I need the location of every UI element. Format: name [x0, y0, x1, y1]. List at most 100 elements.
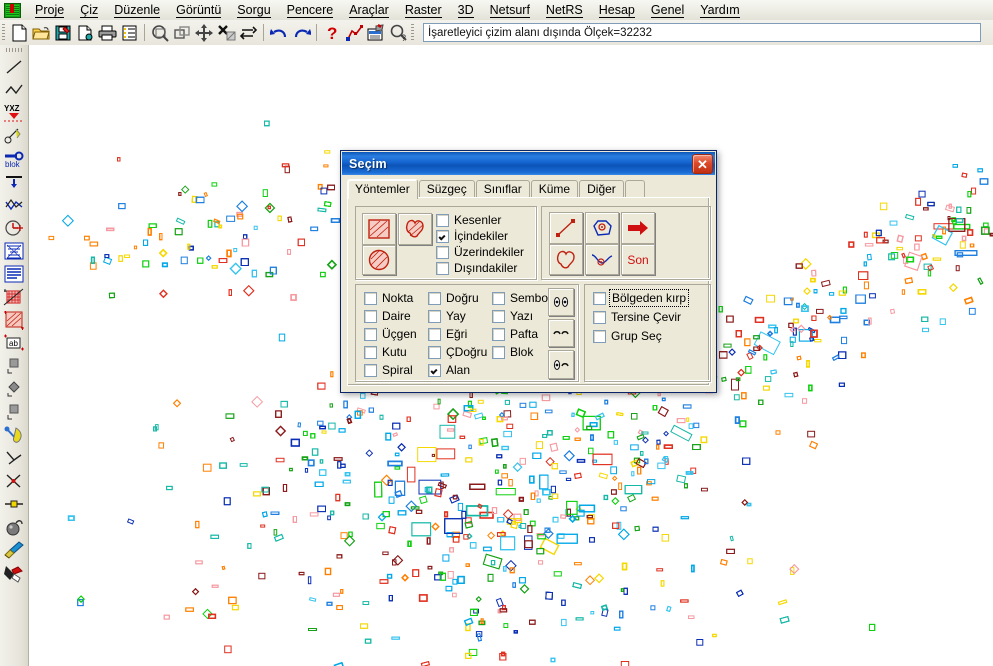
select-freehand-polygon-icon[interactable]: [398, 213, 432, 245]
checkbox-kutu[interactable]: Kutu: [364, 345, 407, 359]
checkbox-sembol[interactable]: Sembol: [492, 291, 551, 305]
line-icon[interactable]: [2, 55, 26, 78]
select-curve-icon[interactable]: [585, 244, 619, 275]
checkbox-box[interactable]: [436, 245, 449, 259]
select-circle-icon[interactable]: [362, 245, 396, 275]
brush-icon[interactable]: [2, 538, 26, 561]
dialog-title-bar[interactable]: Seçim ✕: [342, 152, 715, 175]
checkbox-box[interactable]: [492, 345, 505, 359]
checkbox-egri[interactable]: Eğri: [428, 327, 467, 341]
save-as-icon[interactable]: [74, 22, 96, 43]
menu-item-duzenle[interactable]: Düzenle: [106, 1, 168, 19]
polyline-vertex-icon[interactable]: [2, 193, 26, 216]
checkbox-box[interactable]: [436, 261, 449, 275]
toolbar-grip[interactable]: [2, 24, 5, 41]
checkbox-box[interactable]: [364, 291, 377, 305]
square-corner-icon[interactable]: [2, 354, 26, 377]
toolbar-grip-2[interactable]: [411, 24, 414, 41]
eraser-icon[interactable]: [2, 561, 26, 584]
undo-icon[interactable]: [268, 22, 290, 43]
close-icon[interactable]: ✕: [692, 154, 713, 174]
left-toolbar-grip[interactable]: [5, 48, 23, 52]
text-lines-icon[interactable]: [2, 262, 26, 285]
scissors-node-icon[interactable]: [2, 124, 26, 147]
checkbox-box[interactable]: [364, 309, 377, 323]
new-document-icon[interactable]: [8, 22, 30, 43]
polyline-icon[interactable]: [2, 78, 26, 101]
intersection-icon[interactable]: [2, 469, 26, 492]
invert-types-icon[interactable]: [548, 350, 574, 379]
checkbox-box[interactable]: [593, 310, 606, 324]
checkbox-box[interactable]: [593, 291, 606, 305]
checkbox-kesenler[interactable]: Kesenler: [436, 213, 501, 227]
tab-yontemler[interactable]: Yöntemler: [347, 179, 418, 199]
menu-item-yardim[interactable]: Yardım: [692, 1, 747, 19]
checkbox-blok[interactable]: Blok: [492, 345, 533, 359]
menu-item-ciz[interactable]: Çiz: [72, 1, 106, 19]
tab-siniflar[interactable]: Sınıflar: [475, 180, 530, 198]
checkbox-box[interactable]: [428, 345, 441, 359]
yxz-point-icon[interactable]: YXZ: [2, 101, 26, 124]
checkbox-box[interactable]: [492, 327, 505, 341]
square-filled-icon[interactable]: [2, 400, 26, 423]
checkbox-spiral[interactable]: Spiral: [364, 363, 413, 377]
checkbox-box[interactable]: [428, 327, 441, 341]
checkbox-dogru[interactable]: Doğru: [428, 291, 479, 305]
checkbox-pafta[interactable]: Pafta: [492, 327, 538, 341]
select-line-icon[interactable]: [549, 212, 583, 244]
checkbox-box[interactable]: [593, 329, 606, 343]
menu-item-goruntu[interactable]: Görüntü: [168, 1, 229, 19]
menu-item-proje[interactable]: Proje: [27, 1, 72, 19]
checkbox-cdogru[interactable]: ÇDoğru: [428, 345, 487, 359]
menu-item-hesap[interactable]: Hesap: [591, 1, 643, 19]
checkbox-box[interactable]: [364, 363, 377, 377]
zoom-dynamic-icon[interactable]: [237, 22, 259, 43]
checkbox-yazi[interactable]: Yazı: [492, 309, 533, 323]
area-fill-icon[interactable]: [2, 308, 26, 331]
pan-move-icon[interactable]: [193, 22, 215, 43]
checkbox-uzerindekiler[interactable]: Üzerindekiler: [436, 245, 524, 259]
checkbox-box[interactable]: [492, 309, 505, 323]
grid-hatch-icon[interactable]: [2, 285, 26, 308]
scissors-cut-icon[interactable]: [2, 423, 26, 446]
checkbox-box[interactable]: [428, 309, 441, 323]
checkbox-alan[interactable]: Alan: [428, 363, 470, 377]
zoom-window-icon[interactable]: [149, 22, 171, 43]
checkbox-bolgeden-kirp[interactable]: Bölgeden kırp: [593, 289, 690, 307]
measure-polyline-icon[interactable]: [343, 22, 365, 43]
checkbox-box[interactable]: [436, 229, 449, 243]
label-ab-icon[interactable]: ab: [2, 331, 26, 354]
checkbox-box[interactable]: [492, 291, 505, 305]
zoom-all-icon[interactable]: [215, 22, 237, 43]
open-folder-icon[interactable]: [30, 22, 52, 43]
table-edit-icon[interactable]: [365, 22, 387, 43]
menu-item-araclar[interactable]: Araçlar: [341, 1, 397, 19]
checkbox-grup-sec[interactable]: Grup Seç: [593, 329, 662, 343]
select-object-node-icon[interactable]: [585, 212, 619, 244]
angle-icon[interactable]: [2, 446, 26, 469]
select-last-button[interactable]: Son: [621, 244, 655, 275]
select-all-arrow-icon[interactable]: [621, 212, 655, 244]
select-rectangle-icon[interactable]: [362, 213, 396, 245]
checkbox-box[interactable]: [428, 363, 441, 377]
save-project-icon[interactable]: [52, 22, 74, 43]
select-polygon-icon[interactable]: [549, 244, 583, 275]
menu-item-3d[interactable]: 3D: [450, 1, 482, 19]
menu-item-sorgu[interactable]: Sorgu: [229, 1, 278, 19]
selection-dialog[interactable]: Seçim ✕ Yöntemler Süzgeç Sınıflar Küme D…: [340, 150, 717, 393]
checkbox-daire[interactable]: Daire: [364, 309, 411, 323]
print-icon[interactable]: [96, 22, 118, 43]
zoom-previous-icon[interactable]: [171, 22, 193, 43]
select-all-types-icon[interactable]: [548, 288, 574, 316]
menu-item-netrs[interactable]: NetRS: [538, 1, 591, 19]
checkbox-box[interactable]: [364, 345, 377, 359]
diamond-corner-icon[interactable]: [2, 377, 26, 400]
checkbox-tersine-cevir[interactable]: Tersine Çevir: [593, 310, 681, 324]
checkbox-box[interactable]: [364, 327, 377, 341]
query-magnifier-icon[interactable]: ?: [387, 22, 409, 43]
menu-item-raster[interactable]: Raster: [397, 1, 450, 19]
menu-item-pencere[interactable]: Pencere: [279, 1, 342, 19]
checkbox-icindekiler[interactable]: İçindekiler: [436, 229, 508, 243]
clock-arc-icon[interactable]: [2, 216, 26, 239]
status-scale-field[interactable]: İşaretleyici çizim alanı dışında Ölçek=3…: [423, 23, 981, 42]
